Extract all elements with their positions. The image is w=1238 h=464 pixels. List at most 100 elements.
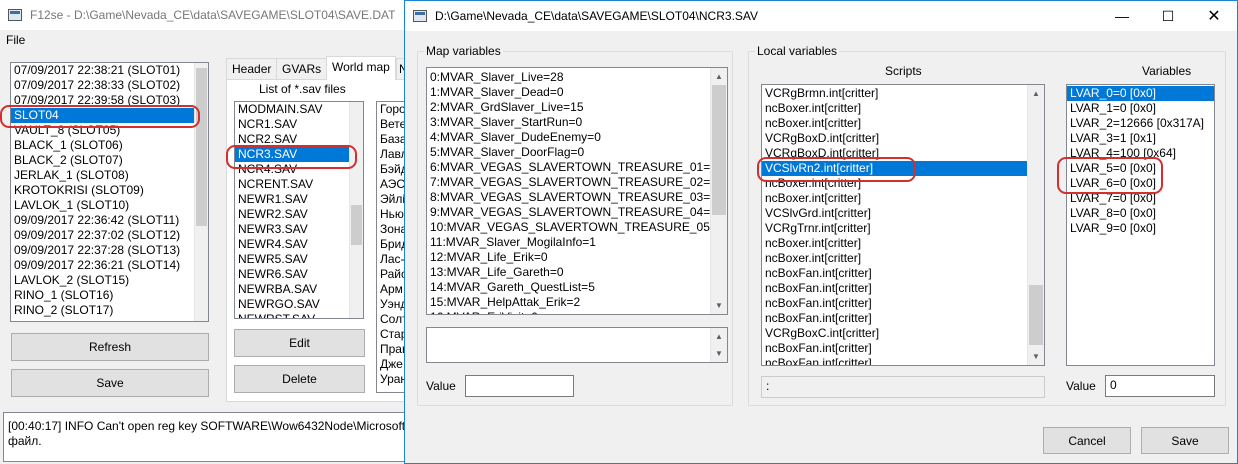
slot-list-item[interactable]: BLACK_1 (SLOT06) [11,138,208,153]
map-variable-item[interactable]: 1:MVAR_Slaver_Dead=0 [427,85,727,100]
edit-button[interactable]: Edit [234,329,365,357]
main-titlebar[interactable]: F12se - D:\Game\Nevada_CE\data\SAVEGAME\… [0,0,410,30]
local-variable-item[interactable]: LVAR_5=0 [0x0] [1067,161,1214,176]
script-list-item[interactable]: ncBoxFan.int[critter] [762,311,1044,326]
map-variable-item[interactable]: 13:MVAR_Life_Gareth=0 [427,265,727,280]
map-variable-item[interactable]: 3:MVAR_Slaver_StartRun=0 [427,115,727,130]
local-variable-item[interactable]: LVAR_6=0 [0x0] [1067,176,1214,191]
slot-list-scroll-thumb[interactable] [196,68,207,226]
script-list-item[interactable]: ncBoxer.int[critter] [762,101,1044,116]
script-list-item[interactable]: ncBoxer.int[critter] [762,191,1044,206]
map-variable-item[interactable]: 15:MVAR_HelpAttak_Erik=2 [427,295,727,310]
script-list-item[interactable]: VCRgBoxD.int[critter] [762,131,1044,146]
slot-list-item[interactable]: 09/09/2017 22:37:02 (SLOT12) [11,228,208,243]
slot-list-item[interactable]: 09/09/2017 22:36:21 (SLOT14) [11,258,208,273]
sav-file-item[interactable]: NEWR3.SAV [235,222,363,237]
script-list-item[interactable]: ncBoxer.int[critter] [762,251,1044,266]
delete-button[interactable]: Delete [234,365,365,393]
slot-list-item[interactable]: LAVLOK_1 (SLOT10) [11,198,208,213]
map-variable-item[interactable]: 12:MVAR_Life_Erik=0 [427,250,727,265]
sav-file-item[interactable]: NEWR4.SAV [235,237,363,252]
script-list-item[interactable]: VCRgTrnr.int[critter] [762,221,1044,236]
map-variable-item[interactable]: 6:MVAR_VEGAS_SLAVERTOWN_TREASURE_01=0 [427,160,727,175]
scroll-down-icon[interactable]: ▼ [1028,348,1044,365]
sav-list-scrollbar[interactable] [349,102,363,318]
scroll-up-icon[interactable]: ▲ [711,328,727,345]
map-variable-item[interactable]: 11:MVAR_Slaver_MogilaInfo=1 [427,235,727,250]
sav-file-item[interactable]: NEWR1.SAV [235,192,363,207]
script-list-item[interactable]: VCSlvRn2.int[critter] [762,161,1044,176]
cancel-button[interactable]: Cancel [1043,427,1131,454]
map-variable-item[interactable]: 2:MVAR_GrdSlaver_Live=15 [427,100,727,115]
sav-file-item[interactable]: NEWR2.SAV [235,207,363,222]
map-list-scrollbar[interactable]: ▲ ▼ [710,68,727,314]
slot-list-item[interactable]: 09/09/2017 22:36:42 (SLOT11) [11,213,208,228]
map-variable-item[interactable]: 16:MVAR_EriVisit=0 [427,310,727,314]
slot-list-item[interactable]: 07/09/2017 22:38:21 (SLOT01) [11,63,208,78]
slot-list-item[interactable]: RINO_2 (SLOT17) [11,303,208,318]
slot-list-item[interactable]: VAULT_8 (SLOT05) [11,123,208,138]
main-save-button[interactable]: Save [11,369,209,397]
sav-list-scroll-thumb[interactable] [351,205,362,245]
detail-scrollbar[interactable]: ▲ ▼ [710,328,727,362]
script-list-item[interactable]: VCRgBoxC.int[critter] [762,326,1044,341]
map-variable-item[interactable]: 14:MVAR_Gareth_QuestList=5 [427,280,727,295]
map-variable-item[interactable]: 5:MVAR_Slaver_DoorFlag=0 [427,145,727,160]
map-variable-item[interactable]: 8:MVAR_VEGAS_SLAVERTOWN_TREASURE_03=0 [427,190,727,205]
sav-file-item[interactable]: NEWR5.SAV [235,252,363,267]
script-list-item[interactable]: ncBoxFan.int[critter] [762,356,1044,365]
script-list-item[interactable]: VCSlvGrd.int[critter] [762,206,1044,221]
local-variable-item[interactable]: LVAR_3=1 [0x1] [1067,131,1214,146]
slot-list-item[interactable]: BLACK_2 (SLOT07) [11,153,208,168]
local-value-field[interactable]: 0 [1105,375,1215,397]
local-variable-item[interactable]: LVAR_4=100 [0x64] [1067,146,1214,161]
script-list-item[interactable]: ncBoxFan.int[critter] [762,296,1044,311]
dialog-titlebar[interactable]: D:\Game\Nevada_CE\data\SAVEGAME\SLOT04\N… [405,1,1237,31]
tab-world-map[interactable]: World map [326,56,396,80]
map-list-scroll-thumb[interactable] [712,85,726,215]
maximize-icon[interactable]: ☐ [1145,1,1191,31]
script-list-item[interactable]: ncBoxFan.int[critter] [762,266,1044,281]
slot-list-item[interactable]: 07/09/2017 22:38:33 (SLOT02) [11,78,208,93]
script-list-item[interactable]: ncBoxer.int[critter] [762,236,1044,251]
script-list-item[interactable]: ncBoxer.int[critter] [762,116,1044,131]
slot-list-item[interactable]: 07/09/2017 22:39:58 (SLOT03) [11,93,208,108]
tab-header[interactable]: Header [226,58,278,79]
variables-list[interactable]: LVAR_0=0 [0x0] LVAR_1=0 [0x0] LVAR_2=12666… [1066,84,1215,366]
map-variable-item[interactable]: 4:MVAR_Slaver_DudeEnemy=0 [427,130,727,145]
save-button[interactable]: Save [1141,427,1229,454]
slot-list-item[interactable]: JERLAK_1 (SLOT08) [11,168,208,183]
slot-list-scrollbar[interactable] [194,63,208,321]
map-value-field[interactable] [465,375,574,397]
map-variable-item[interactable]: 0:MVAR_Slaver_Live=28 [427,70,727,85]
local-variable-item[interactable]: LVAR_2=12666 [0x317A] [1067,116,1214,131]
map-variables-list[interactable]: 0:MVAR_Slaver_Live=28 1:MVAR_Slaver_Dead=… [426,67,728,315]
slot-list-item[interactable]: KROTOKRISI (SLOT09) [11,183,208,198]
scroll-up-icon[interactable]: ▲ [1028,85,1044,102]
map-variable-detail[interactable]: ▲ ▼ [426,327,728,363]
map-variable-item[interactable]: 9:MVAR_VEGAS_SLAVERTOWN_TREASURE_04=0 [427,205,727,220]
local-variable-item[interactable]: LVAR_9=0 [0x0] [1067,221,1214,236]
slot-list[interactable]: 07/09/2017 22:38:21 (SLOT01) 07/09/2017 2… [10,62,209,322]
sav-file-item[interactable]: NEWRST.SAV [235,312,363,318]
menu-file[interactable]: File [6,33,25,47]
local-variable-item[interactable]: LVAR_0=0 [0x0] [1067,86,1214,101]
script-list-item[interactable]: ncBoxFan.int[critter] [762,281,1044,296]
scripts-scrollbar[interactable]: ▲ ▼ [1027,85,1044,365]
sav-file-item[interactable]: NCR3.SAV [235,147,363,162]
sav-file-item[interactable]: NEWRBA.SAV [235,282,363,297]
refresh-button[interactable]: Refresh [11,333,209,361]
sav-file-item[interactable]: NEWR6.SAV [235,267,363,282]
slot-list-item[interactable]: SLOT04 [11,108,208,123]
scroll-down-icon[interactable]: ▼ [711,345,727,362]
script-list-item[interactable]: VCRgBoxD.int[critter] [762,146,1044,161]
sav-file-item[interactable]: NEWRGO.SAV [235,297,363,312]
close-icon[interactable]: ✕ [1191,1,1237,31]
sav-file-item[interactable]: NCRENT.SAV [235,177,363,192]
sav-file-list[interactable]: MODMAIN.SAV NCR1.SAV NCR2.SAV NCR3.SAV NCR4.… [234,101,364,319]
slot-list-item[interactable]: 09/09/2017 22:37:28 (SLOT13) [11,243,208,258]
minimize-icon[interactable]: — [1099,1,1145,31]
local-variable-item[interactable]: LVAR_1=0 [0x0] [1067,101,1214,116]
sav-file-item[interactable]: NCR2.SAV [235,132,363,147]
scripts-list[interactable]: VCRgBrmn.int[critter] ncBoxer.int[critter… [761,84,1045,366]
